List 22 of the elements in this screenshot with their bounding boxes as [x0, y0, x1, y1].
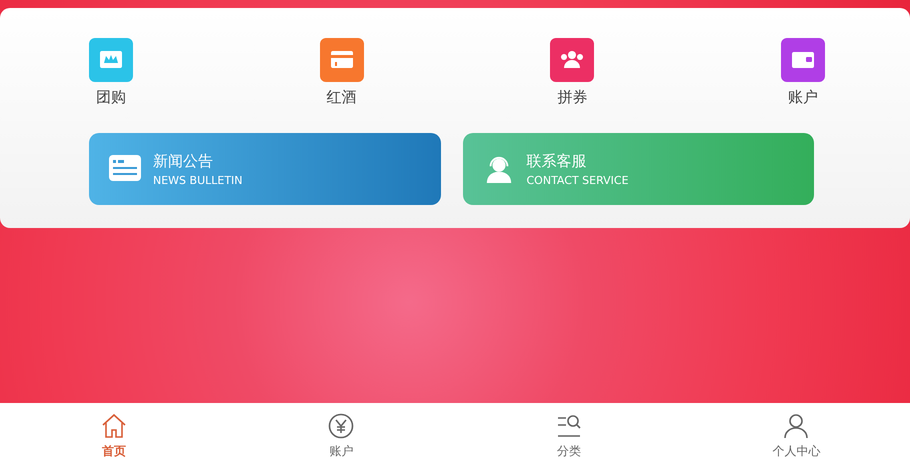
yen-icon: [328, 413, 354, 439]
banner-title: 新闻公告: [153, 152, 214, 170]
banner-subtitle: CONTACT SERVICE: [526, 174, 629, 186]
tab-item[interactable]: 个人中心: [682, 403, 910, 470]
app-tile-icon[interactable]: [550, 38, 594, 82]
banner-title: 联系客服: [526, 152, 588, 170]
tab-item[interactable]: 账户: [228, 403, 455, 470]
tab-item[interactable]: 首页: [0, 403, 228, 470]
banner-subtitle: NEWS BULLETIN: [153, 174, 243, 186]
app-tile-icon[interactable]: [320, 38, 364, 82]
person-icon: [783, 413, 810, 439]
app-tile-icon[interactable]: [780, 38, 825, 82]
app-tile-icon[interactable]: [89, 38, 133, 82]
news-icon: [109, 155, 141, 183]
shortcut-label[interactable]: 团购: [96, 88, 126, 107]
tab-item[interactable]: 分类: [455, 403, 682, 470]
banner-button[interactable]: 新闻公告 NEWS BULLETIN: [89, 133, 440, 205]
shortcut-label[interactable]: 红酒: [326, 88, 357, 107]
home-icon: [100, 413, 127, 439]
shortcut-label[interactable]: 账户: [788, 88, 818, 107]
category-icon: [556, 413, 582, 439]
shortcut-label[interactable]: 拼券: [557, 88, 588, 107]
